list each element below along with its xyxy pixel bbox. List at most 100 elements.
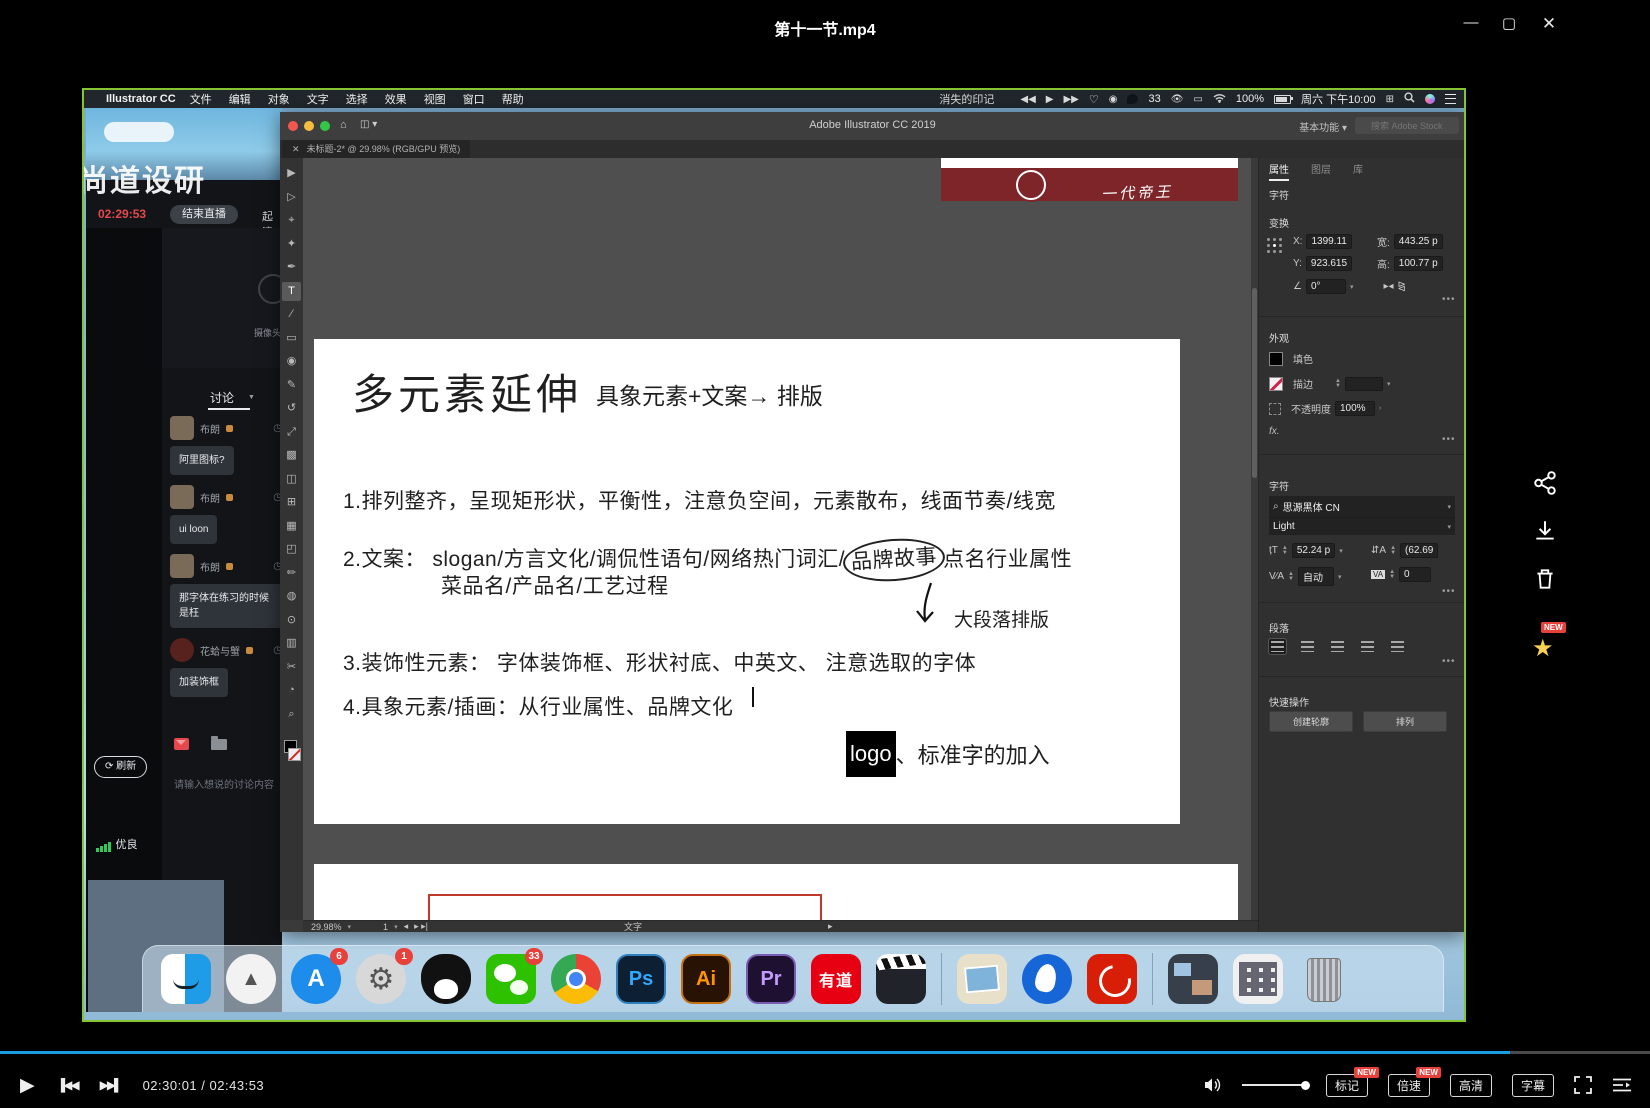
folder-icon[interactable] <box>211 739 227 750</box>
dock-icon-trash[interactable] <box>1298 954 1348 1004</box>
dock-icon-grid-folder[interactable] <box>1233 954 1283 1004</box>
transform-more-icon[interactable]: ••• <box>1442 294 1456 305</box>
x-value-field[interactable]: 1399.11 <box>1306 234 1351 249</box>
tool-7[interactable]: ▭ <box>282 329 301 348</box>
subtitle-button[interactable]: 字幕 <box>1512 1074 1554 1097</box>
dock-icon-qq[interactable] <box>421 954 471 1004</box>
quality-button[interactable]: 高清 <box>1450 1074 1492 1097</box>
tool-10[interactable]: ↺ <box>282 399 301 418</box>
dock-icon-duck-app[interactable] <box>1022 954 1072 1004</box>
speed-button[interactable]: 倍速NEW <box>1388 1074 1430 1097</box>
menubar-menu-8[interactable]: 帮助 <box>502 91 524 107</box>
illustrator-canvas[interactable]: 一代帝王 多元素延伸 具象元素+文案→ 排版 1.排列整齐，呈现矩形状，平衡性，… <box>303 158 1258 920</box>
stroke-weight-stepper[interactable]: ▲▼ <box>1335 379 1341 389</box>
avatar[interactable] <box>170 485 194 509</box>
tool-18[interactable]: ◍ <box>282 587 301 606</box>
quick-action-1[interactable]: 排列 <box>1363 711 1447 732</box>
zoom-level[interactable]: 29.98% <box>311 922 342 932</box>
font-style-chevron[interactable]: ▾ <box>1447 523 1451 531</box>
menubar-clock[interactable]: 周六 下午10:00 <box>1301 91 1376 107</box>
menubar-menu-6[interactable]: 视图 <box>424 91 446 107</box>
align-button-2[interactable] <box>1329 639 1346 654</box>
tool-23[interactable]: ⌕ <box>282 705 301 724</box>
opacity-icon[interactable] <box>1269 403 1281 415</box>
maximize-button[interactable]: ▢ <box>1498 14 1520 32</box>
font-style-field[interactable]: Light <box>1273 521 1295 532</box>
heart-icon[interactable]: ♡ <box>1089 93 1099 106</box>
seek-bar[interactable] <box>0 1051 1650 1054</box>
tool-19[interactable]: ⊙ <box>282 611 301 630</box>
leading-stepper[interactable]: ▲▼ <box>1390 546 1396 556</box>
tracking-stepper[interactable]: ▲▼ <box>1389 570 1395 580</box>
opacity-expand[interactable]: › <box>1379 405 1381 412</box>
record-icon[interactable]: ◉ <box>1109 94 1118 105</box>
zoom-chevron-icon[interactable]: ▾ <box>348 923 352 931</box>
artboard-prev-icon[interactable]: ◂ <box>404 921 409 932</box>
person-icon[interactable]: 👁 <box>1171 94 1184 105</box>
flip-horizontal-icon[interactable]: ▸◂ <box>1383 281 1393 292</box>
tool-15[interactable]: ▦ <box>282 517 301 536</box>
panel-tab-2[interactable]: 库 <box>1353 161 1363 181</box>
scrollbar-thumb[interactable] <box>1252 288 1257 478</box>
minimize-button[interactable]: — <box>1460 14 1482 31</box>
tool-21[interactable]: ✂ <box>282 658 301 677</box>
angle-field[interactable]: 0° <box>1306 279 1346 294</box>
font-chevron[interactable]: ▾ <box>1447 503 1451 511</box>
align-button-1[interactable] <box>1299 639 1316 654</box>
tool-8[interactable]: ◉ <box>282 352 301 371</box>
workspace-switcher[interactable]: 基本功能 ▾ <box>1299 119 1347 134</box>
tool-3[interactable]: ✦ <box>282 235 301 254</box>
paragraph-more-icon[interactable]: ••• <box>1442 656 1456 667</box>
media-play-icon[interactable]: ▶ <box>1046 94 1054 105</box>
media-next-icon[interactable]: ▶▶ <box>1063 94 1078 105</box>
notification-center-icon[interactable] <box>1445 94 1456 104</box>
tool-16[interactable]: ◰ <box>282 540 301 559</box>
font-size-stepper[interactable]: ▲▼ <box>1282 546 1288 556</box>
dock-icon-image-folder[interactable] <box>1168 954 1218 1004</box>
discussion-input[interactable]: 请输入想说的讨论内容 <box>174 776 280 791</box>
dock-icon-app-store[interactable]: A6 <box>291 954 341 1004</box>
search-icon[interactable] <box>1404 92 1415 106</box>
stroke-swatch[interactable] <box>288 748 301 761</box>
avatar[interactable] <box>170 554 194 578</box>
tool-6[interactable]: ∕ <box>282 305 301 324</box>
tool-0[interactable]: ▶ <box>282 164 301 183</box>
volume-slider[interactable] <box>1242 1084 1306 1086</box>
dock-icon-finder[interactable] <box>161 954 211 1004</box>
menubar-menu-3[interactable]: 文字 <box>307 91 329 107</box>
stroke-color-swatch[interactable] <box>1269 377 1283 391</box>
dock-icon-wechat[interactable]: 33 <box>486 954 536 1004</box>
opacity-field[interactable]: 100% <box>1335 401 1375 416</box>
tool-9[interactable]: ✎ <box>282 376 301 395</box>
dock-icon-netease-music[interactable] <box>1087 954 1137 1004</box>
tool-14[interactable]: ⊞ <box>282 493 301 512</box>
kerning-stepper[interactable]: ▲▼ <box>1288 572 1294 582</box>
tool-12[interactable]: ▩ <box>282 446 301 465</box>
fx-label[interactable]: fx. <box>1269 426 1280 437</box>
angle-chevron[interactable]: ▾ <box>1350 283 1354 291</box>
refresh-button[interactable]: ⟳ 刷新 <box>94 756 147 778</box>
siri-icon[interactable] <box>1425 94 1435 104</box>
chat-bubble-icon[interactable] <box>1127 94 1138 104</box>
menubar-app-name[interactable]: Illustrator CC <box>106 93 176 105</box>
tool-17[interactable]: ✏ <box>282 564 301 583</box>
avatar[interactable] <box>170 638 194 662</box>
close-button[interactable]: ✕ <box>1538 14 1560 34</box>
volume-icon[interactable] <box>1204 1077 1222 1093</box>
end-live-button[interactable]: 结束直播 <box>170 205 238 224</box>
tracking-field[interactable]: 0 <box>1399 567 1431 582</box>
dock-icon-youdao[interactable]: 有道 <box>811 954 861 1004</box>
y-value-field[interactable]: 923.615 <box>1306 256 1352 271</box>
tool-2[interactable]: ⌖ <box>282 211 301 230</box>
align-button-3[interactable] <box>1359 639 1376 654</box>
wifi-icon[interactable] <box>1213 93 1226 106</box>
font-size-chevron[interactable]: ▾ <box>1339 547 1343 555</box>
tool-11[interactable]: ⤢ <box>282 423 301 442</box>
display-icon[interactable]: ▭ <box>1193 94 1202 105</box>
dock-icon-preview[interactable] <box>957 954 1007 1004</box>
dock-icon-system-preferences[interactable]: ⚙1 <box>356 954 406 1004</box>
red-packet-icon[interactable] <box>174 738 189 750</box>
align-button-4[interactable] <box>1389 639 1406 654</box>
previous-button[interactable]: ▐◀◀ <box>57 1078 78 1092</box>
menubar-menu-2[interactable]: 对象 <box>268 91 290 107</box>
